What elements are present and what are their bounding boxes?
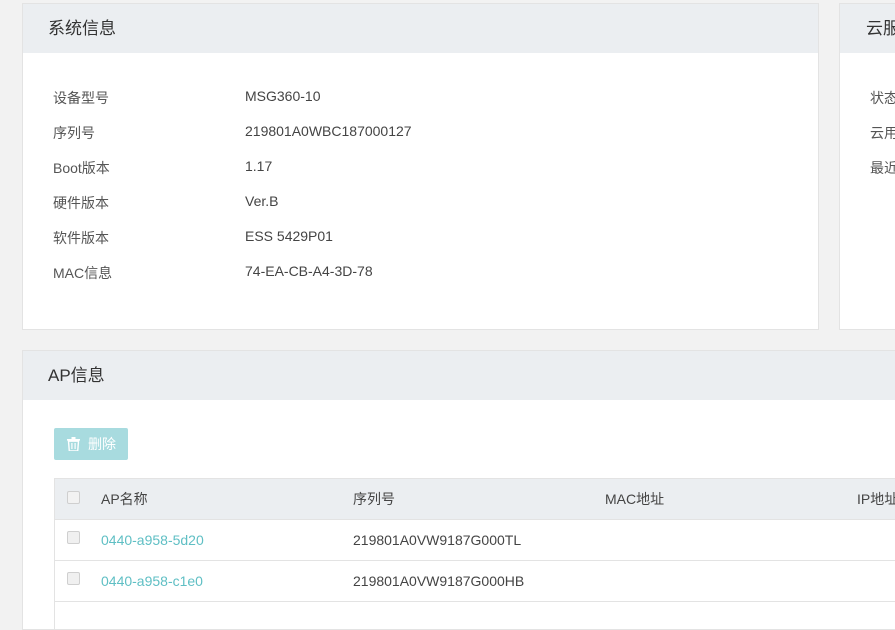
system-info-title: 系统信息 xyxy=(23,4,818,53)
column-mac[interactable]: MAC地址 xyxy=(605,479,664,519)
software-version-label: 软件版本 xyxy=(53,230,109,246)
ap-info-panel: AP信息 删除 AP名称 序列号 MAC地址 IP地址 0440-a958-5d… xyxy=(22,350,895,630)
cloud-recent-label: 最近 xyxy=(870,160,895,176)
select-all-checkbox[interactable] xyxy=(67,491,80,504)
ap-name-link[interactable]: 0440-a958-5d20 xyxy=(101,520,204,560)
boot-version-label: Boot版本 xyxy=(53,160,110,176)
cloud-service-title: 云服 xyxy=(840,4,895,53)
trash-icon xyxy=(67,437,80,451)
cloud-user-label: 云用 xyxy=(870,125,895,141)
table-row: 0440-a958-5d20 219801A0VW9187G000TL xyxy=(55,520,895,561)
boot-version-value: 1.17 xyxy=(245,158,273,174)
ap-name-link[interactable]: 0440-a958-c1e0 xyxy=(101,561,203,601)
ap-serial: 219801A0VW9187G000HB xyxy=(353,573,525,589)
table-row: 0440-a958-c1e0 219801A0VW9187G000HB xyxy=(55,561,895,602)
device-model-value: MSG360-10 xyxy=(245,88,321,104)
ap-table-header: AP名称 序列号 MAC地址 IP地址 xyxy=(55,479,895,520)
device-model-label: 设备型号 xyxy=(53,90,109,106)
mac-info-value: 74-EA-CB-A4-3D-78 xyxy=(245,263,373,279)
delete-button-label: 删除 xyxy=(88,436,116,452)
column-serial[interactable]: 序列号 xyxy=(353,479,395,519)
cloud-status-label: 状态 xyxy=(870,90,895,106)
system-info-panel: 系统信息 设备型号 MSG360-10 序列号 219801A0WBC18700… xyxy=(22,3,819,330)
serial-number-label: 序列号 xyxy=(53,125,95,141)
column-ip[interactable]: IP地址 xyxy=(857,479,895,519)
hardware-version-value: Ver.B xyxy=(245,193,279,209)
cloud-service-panel: 云服 状态 云用 最近 xyxy=(839,3,895,330)
serial-number-value: 219801A0WBC187000127 xyxy=(245,123,412,139)
software-version-value: ESS 5429P01 xyxy=(245,228,333,244)
row-checkbox[interactable] xyxy=(67,572,80,585)
delete-button[interactable]: 删除 xyxy=(54,428,128,460)
row-checkbox[interactable] xyxy=(67,531,80,544)
ap-serial: 219801A0VW9187G000TL xyxy=(353,532,522,548)
column-ap-name[interactable]: AP名称 xyxy=(101,479,148,519)
mac-info-label: MAC信息 xyxy=(53,265,113,281)
table-row xyxy=(55,602,895,629)
ap-info-title: AP信息 xyxy=(23,351,895,400)
ap-table: AP名称 序列号 MAC地址 IP地址 0440-a958-5d20 21980… xyxy=(54,478,895,629)
hardware-version-label: 硬件版本 xyxy=(53,195,109,211)
